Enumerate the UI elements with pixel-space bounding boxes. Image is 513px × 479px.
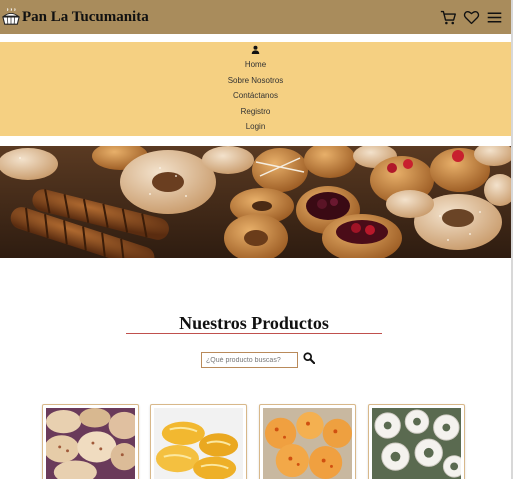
product-card[interactable] bbox=[368, 404, 465, 479]
site-title: Pan La Tucumanita bbox=[22, 8, 149, 25]
user-icon[interactable] bbox=[251, 45, 261, 55]
nav-item-sobre-nosotros[interactable]: Sobre Nosotros bbox=[228, 73, 284, 89]
menu-icon[interactable] bbox=[486, 9, 503, 26]
product-card[interactable] bbox=[42, 404, 139, 479]
search-icon[interactable] bbox=[303, 352, 316, 365]
brand[interactable]: Pan La Tucumanita bbox=[2, 8, 149, 26]
top-header: Pan La Tucumanita bbox=[0, 0, 511, 34]
header-icons bbox=[440, 9, 503, 26]
product-image bbox=[46, 408, 135, 479]
nav-menu: Home Sobre Nosotros Contáctanos Registro… bbox=[0, 42, 511, 136]
cart-icon[interactable] bbox=[440, 9, 457, 26]
nav-item-registro[interactable]: Registro bbox=[241, 104, 271, 120]
heart-icon[interactable] bbox=[463, 9, 480, 26]
search-input[interactable] bbox=[201, 352, 298, 368]
product-image bbox=[372, 408, 461, 479]
hero-banner-image bbox=[0, 146, 511, 258]
product-card[interactable] bbox=[259, 404, 356, 479]
nav-item-contactanos[interactable]: Contáctanos bbox=[233, 88, 278, 104]
nav-item-home[interactable]: Home bbox=[245, 57, 266, 73]
product-image bbox=[154, 408, 243, 479]
nav-item-login[interactable]: Login bbox=[246, 119, 266, 135]
section-title: Nuestros Productos bbox=[126, 313, 382, 334]
product-card[interactable] bbox=[150, 404, 247, 479]
product-image bbox=[263, 408, 352, 479]
bread-basket-icon bbox=[2, 8, 20, 26]
